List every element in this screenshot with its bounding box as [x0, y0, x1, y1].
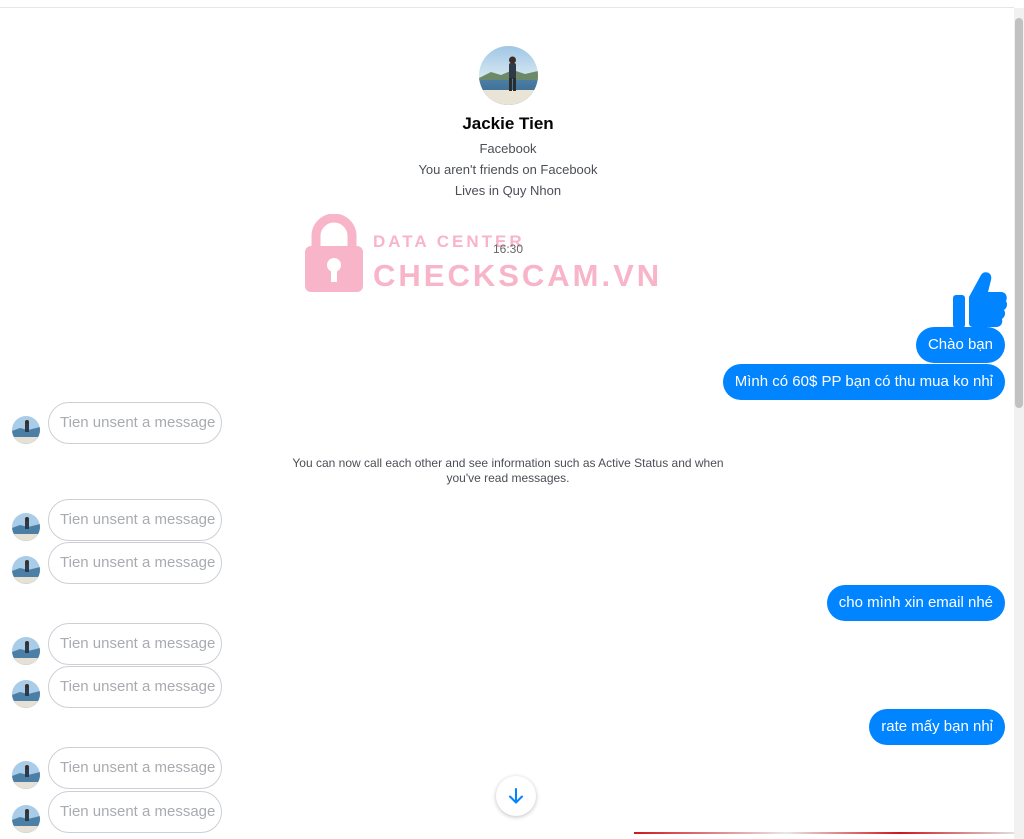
- profile-name[interactable]: Jackie Tien: [0, 114, 1016, 134]
- scroll-down-button[interactable]: [496, 776, 536, 816]
- avatar[interactable]: [12, 761, 40, 789]
- unsent-message[interactable]: Tien unsent a message: [48, 666, 222, 708]
- avatar[interactable]: [12, 637, 40, 665]
- outgoing-message[interactable]: rate mấy bạn nhỉ: [869, 709, 1005, 745]
- unsent-message[interactable]: Tien unsent a message: [48, 623, 222, 665]
- unsent-message[interactable]: Tien unsent a message: [48, 542, 222, 584]
- timestamp: 16:30: [492, 242, 524, 256]
- unsent-message[interactable]: Tien unsent a message: [48, 791, 222, 833]
- unsent-message[interactable]: Tien unsent a message: [48, 402, 222, 444]
- avatar[interactable]: [12, 513, 40, 541]
- outgoing-message[interactable]: cho mình xin email nhé: [826, 585, 1005, 621]
- profile-location: Lives in Quy Nhon: [454, 183, 562, 198]
- arrow-down-icon: [509, 788, 523, 804]
- system-note: You can now call each other and see info…: [292, 456, 724, 485]
- outgoing-message[interactable]: Mình có 60$ PP bạn có thu mua ko nhỉ: [722, 364, 1005, 400]
- unsent-message[interactable]: Tien unsent a message: [48, 499, 222, 541]
- avatar[interactable]: [12, 416, 40, 444]
- profile-platform: Facebook: [479, 141, 537, 156]
- thumbs-up-icon: [953, 272, 1007, 328]
- top-divider: [0, 7, 1014, 8]
- scrollbar-thumb[interactable]: [1015, 18, 1023, 408]
- outgoing-message[interactable]: Chào bạn: [915, 327, 1005, 363]
- bottom-edge-strip: [634, 832, 1014, 834]
- avatar[interactable]: [12, 680, 40, 708]
- profile-friend-status: You aren't friends on Facebook: [418, 162, 598, 177]
- watermark-line2: CHECKSCAM.VN: [373, 258, 663, 293]
- avatar[interactable]: [12, 556, 40, 584]
- profile-avatar[interactable]: [479, 46, 538, 105]
- unsent-message[interactable]: Tien unsent a message: [48, 747, 222, 789]
- avatar[interactable]: [12, 805, 40, 833]
